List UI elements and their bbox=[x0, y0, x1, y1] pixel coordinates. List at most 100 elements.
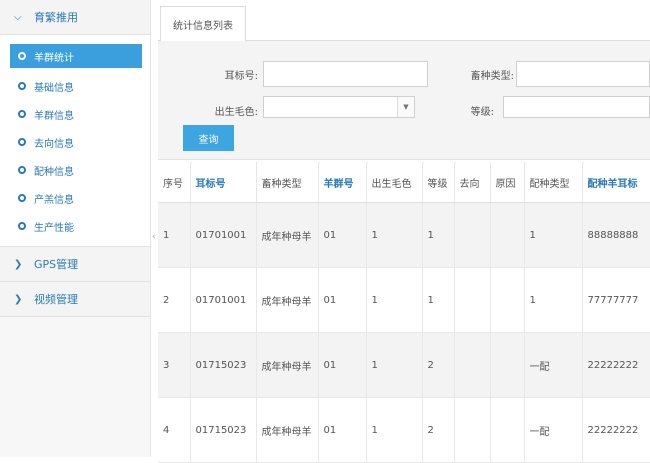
sidebar-item-label: 生产性能 bbox=[34, 222, 74, 234]
col-header-mating-ear-tag[interactable]: 配种羊耳标 bbox=[582, 162, 650, 203]
query-button[interactable]: 查询 bbox=[183, 125, 234, 151]
main-content: 统计信息列表 耳标号: 畜种类型: 出生毛色: ▼ 等级: 查询 序号 耳标号 bbox=[158, 0, 650, 463]
cell-mating-ear-tag: 88888888 bbox=[582, 202, 650, 268]
cell-index: 1 bbox=[158, 202, 191, 268]
cell-birth-color: 1 bbox=[366, 397, 423, 463]
cell-mating-type: 一配 bbox=[524, 397, 583, 463]
chevron-right-icon: ❯ bbox=[14, 293, 23, 305]
cell-flock-no: 01 bbox=[318, 397, 367, 463]
cell-breed-type: 成年种母羊 bbox=[256, 267, 319, 333]
cell-mating-ear-tag: 22222222 bbox=[582, 397, 650, 463]
cell-destination bbox=[454, 397, 491, 463]
stats-table: 序号 耳标号 畜种类型 羊群号 出生毛色 等级 去向 原因 配种类型 配种羊耳标… bbox=[158, 162, 650, 463]
cell-reason bbox=[490, 332, 525, 398]
col-header-breed-type: 畜种类型 bbox=[256, 162, 319, 203]
cell-mating-ear-tag: 22222222 bbox=[582, 332, 650, 398]
cell-destination bbox=[454, 202, 491, 268]
circle-icon bbox=[18, 166, 26, 174]
cell-index: 2 bbox=[158, 267, 191, 333]
cell-breed-type: 成年种母羊 bbox=[256, 202, 319, 268]
col-header-birth-color: 出生毛色 bbox=[366, 162, 423, 203]
col-header-reason: 原因 bbox=[490, 162, 525, 203]
sidebar-item-destination-info[interactable]: 去向信息 bbox=[0, 128, 150, 156]
ear-tag-label: 耳标号: bbox=[224, 71, 258, 82]
table-header-row: 序号 耳标号 畜种类型 羊群号 出生毛色 等级 去向 原因 配种类型 配种羊耳标 bbox=[158, 162, 650, 203]
cell-breed-type: 成年种母羊 bbox=[256, 397, 319, 463]
ear-tag-input[interactable] bbox=[263, 61, 428, 87]
cell-index: 4 bbox=[158, 397, 191, 463]
grade-input[interactable] bbox=[503, 96, 650, 118]
birth-color-select[interactable]: ▼ bbox=[263, 96, 415, 118]
cell-birth-color: 1 bbox=[366, 332, 423, 398]
circle-icon bbox=[18, 52, 26, 60]
col-header-ear-tag[interactable]: 耳标号 bbox=[190, 162, 257, 203]
cell-birth-color: 1 bbox=[366, 267, 423, 333]
cell-breed-type: 成年种母羊 bbox=[256, 332, 319, 398]
cell-reason bbox=[490, 397, 525, 463]
sidebar-group-label: 视频管理 bbox=[34, 293, 78, 306]
table-row[interactable]: 2 01701001 成年种母羊 01 1 1 1 77777777 bbox=[158, 267, 650, 333]
grade-label: 等级: bbox=[470, 107, 494, 118]
cell-mating-ear-tag: 77777777 bbox=[582, 267, 650, 333]
sidebar-group-breeding[interactable]: ⌵ 育繁推用 bbox=[0, 0, 150, 35]
chevron-down-icon: ⌵ bbox=[14, 11, 22, 23]
circle-icon bbox=[18, 82, 26, 90]
cell-flock-no: 01 bbox=[318, 202, 367, 268]
sidebar-item-label: 去向信息 bbox=[34, 138, 74, 150]
sidebar-item-flock-stats[interactable]: 羊群统计 bbox=[10, 44, 142, 68]
chevron-down-icon: ▼ bbox=[397, 97, 414, 117]
sidebar-collapse-icon[interactable]: ‹ bbox=[152, 232, 156, 242]
circle-icon bbox=[18, 222, 26, 230]
cell-mating-type: 1 bbox=[524, 202, 583, 268]
cell-grade: 1 bbox=[422, 202, 455, 268]
tab-stats-list[interactable]: 统计信息列表 bbox=[160, 6, 246, 42]
sidebar-item-performance[interactable]: 生产性能 bbox=[0, 212, 150, 240]
breed-type-select[interactable] bbox=[516, 61, 650, 87]
circle-icon bbox=[18, 138, 26, 146]
cell-destination bbox=[454, 267, 491, 333]
sidebar-group-label: GPS管理 bbox=[34, 258, 79, 271]
sidebar-item-label: 羊群统计 bbox=[34, 52, 74, 64]
sidebar: ⌵ 育繁推用 羊群统计 基础信息 羊群信息 去向信息 配种信息 产羔信息 生产性… bbox=[0, 0, 151, 457]
sidebar-group-gps[interactable]: ❯ GPS管理 bbox=[0, 247, 150, 282]
birth-color-label: 出生毛色: bbox=[214, 107, 258, 118]
cell-destination bbox=[454, 332, 491, 398]
sidebar-item-label: 配种信息 bbox=[34, 166, 74, 178]
cell-mating-type: 1 bbox=[524, 267, 583, 333]
sidebar-item-mating-info[interactable]: 配种信息 bbox=[0, 156, 150, 184]
cell-grade: 2 bbox=[422, 332, 455, 398]
sidebar-group-video[interactable]: ❯ 视频管理 bbox=[0, 282, 150, 317]
search-form: 耳标号: 畜种类型: 出生毛色: ▼ 等级: 查询 bbox=[158, 41, 650, 160]
col-header-index: 序号 bbox=[158, 162, 191, 203]
tab-bar: 统计信息列表 bbox=[158, 0, 650, 42]
sidebar-group-label: 育繁推用 bbox=[34, 11, 78, 24]
cell-ear-tag: 01715023 bbox=[190, 397, 257, 463]
cell-mating-type: 一配 bbox=[524, 332, 583, 398]
sidebar-item-lambing-info[interactable]: 产羔信息 bbox=[0, 184, 150, 212]
breed-type-label: 畜种类型: bbox=[470, 71, 514, 82]
sidebar-item-label: 基础信息 bbox=[34, 82, 74, 94]
cell-ear-tag: 01701001 bbox=[190, 267, 257, 333]
cell-grade: 1 bbox=[422, 267, 455, 333]
cell-reason bbox=[490, 202, 525, 268]
col-header-mating-type: 配种类型 bbox=[524, 162, 583, 203]
table-row[interactable]: 1 01701001 成年种母羊 01 1 1 1 88888888 bbox=[158, 202, 650, 268]
cell-ear-tag: 01701001 bbox=[190, 202, 257, 268]
cell-ear-tag: 01715023 bbox=[190, 332, 257, 398]
sidebar-item-flock-info[interactable]: 羊群信息 bbox=[0, 100, 150, 128]
table-row[interactable]: 3 01715023 成年种母羊 01 1 2 一配 22222222 bbox=[158, 332, 650, 398]
cell-flock-no: 01 bbox=[318, 332, 367, 398]
chevron-right-icon: ❯ bbox=[14, 258, 23, 270]
circle-icon bbox=[18, 194, 26, 202]
cell-index: 3 bbox=[158, 332, 191, 398]
sidebar-item-label: 产羔信息 bbox=[34, 194, 74, 206]
cell-birth-color: 1 bbox=[366, 202, 423, 268]
cell-grade: 2 bbox=[422, 397, 455, 463]
col-header-flock-no[interactable]: 羊群号 bbox=[318, 162, 367, 203]
table-row[interactable]: 4 01715023 成年种母羊 01 1 2 一配 22222222 bbox=[158, 397, 650, 463]
cell-reason bbox=[490, 267, 525, 333]
circle-icon bbox=[18, 110, 26, 118]
sidebar-item-label: 羊群信息 bbox=[34, 110, 74, 122]
col-header-grade: 等级 bbox=[422, 162, 455, 203]
sidebar-item-basic-info[interactable]: 基础信息 bbox=[0, 72, 150, 100]
